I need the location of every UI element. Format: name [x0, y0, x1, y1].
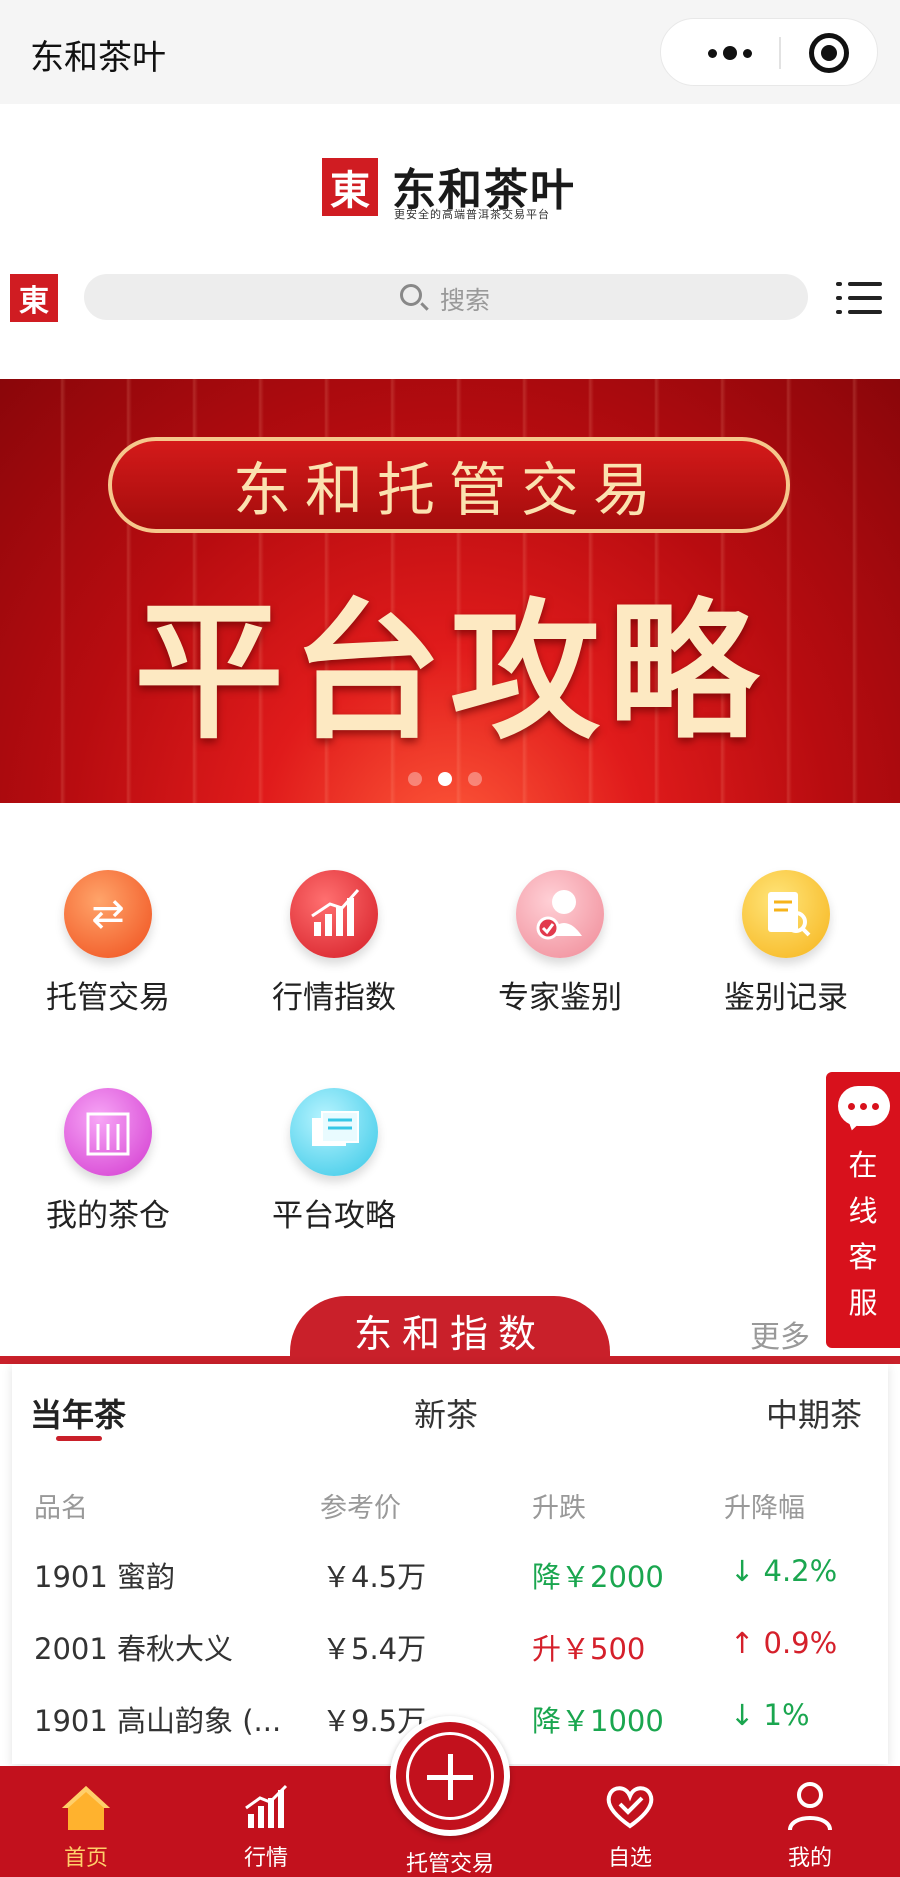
tab-watchlist[interactable]: 自选: [570, 1766, 690, 1877]
tab-label: 行情: [243, 1846, 288, 1871]
chat-bubble-icon: [838, 1086, 890, 1126]
row-tea-name: 1901 高山韵象 (...: [34, 1704, 282, 1738]
banner-headline: 平台攻略: [133, 584, 766, 760]
index-section-header: 东和指数: [290, 1296, 610, 1364]
tab-mine[interactable]: 我的: [750, 1766, 870, 1877]
brand-mini-logo: 東: [10, 274, 58, 322]
search-input[interactable]: 搜索: [84, 274, 808, 320]
func-expert-appraisal[interactable]: 专家鉴别: [475, 870, 645, 1017]
func-my-tea-warehouse[interactable]: 我的茶仓: [23, 1088, 193, 1235]
func-platform-guide[interactable]: 平台攻略: [249, 1088, 419, 1235]
mini-program-nav-bar: 东和茶叶: [0, 0, 900, 104]
banner-dot[interactable]: [468, 772, 482, 786]
capsule-menu: [660, 18, 878, 86]
column-header-price: 参考价: [320, 1493, 401, 1524]
tab-label: 首页: [63, 1846, 108, 1871]
row-change: 降￥1000: [532, 1704, 664, 1738]
banner-dot-active[interactable]: [438, 772, 452, 786]
func-custody-trade[interactable]: ⇄ 托管交易: [23, 870, 193, 1017]
heart-check-icon: [606, 1786, 654, 1829]
tab-home[interactable]: 首页: [26, 1766, 146, 1877]
row-reference-price: ￥4.5万: [322, 1560, 427, 1594]
func-appraisal-records[interactable]: 鉴别记录: [701, 870, 871, 1017]
row-tea-name: 2001 春秋大义: [34, 1632, 234, 1666]
row-percent: ↓ 1%: [730, 1698, 810, 1732]
column-header-percent: 升降幅: [724, 1493, 805, 1524]
active-tab-indicator: [56, 1436, 102, 1441]
promo-banner[interactable]: 东和托管交易 平台攻略: [0, 379, 900, 803]
row-change: 升￥500: [532, 1632, 646, 1666]
tab-mid-term-tea[interactable]: 中期茶: [766, 1390, 862, 1436]
brand-header: 東 东和茶叶 更安全的高端普洱茶交易平台: [0, 104, 900, 254]
window-title: 东和茶叶: [30, 38, 166, 78]
tab-current-year-tea[interactable]: 当年茶: [30, 1390, 126, 1436]
user-icon: [788, 1782, 832, 1831]
banner-pill: 东和托管交易: [108, 437, 790, 533]
market-chart-icon: [245, 1784, 288, 1828]
func-label: 托管交易: [46, 980, 170, 1016]
func-label: 鉴别记录: [724, 980, 848, 1016]
tab-label-custody-trade: 托管交易: [405, 1852, 494, 1877]
tab-label: 自选: [607, 1846, 652, 1871]
custody-trade-fab[interactable]: [390, 1716, 510, 1836]
plus-icon: [406, 1732, 494, 1820]
search-icon: [400, 284, 422, 306]
row-percent: ↓ 4.2%: [730, 1554, 838, 1588]
tab-label: 我的: [787, 1846, 832, 1871]
func-label: 专家鉴别: [498, 980, 622, 1016]
guide-docs-icon: [290, 1088, 378, 1176]
func-label: 我的茶仓: [46, 1198, 170, 1234]
row-tea-name: 1901 蜜韵: [34, 1560, 176, 1594]
func-label: 行情指数: [272, 980, 396, 1016]
func-label: 平台攻略: [272, 1198, 396, 1234]
home-icon: [62, 1786, 110, 1830]
row-percent: ↑ 0.9%: [730, 1626, 838, 1660]
bar-chart-icon: [290, 870, 378, 958]
banner-pagination: [408, 772, 482, 786]
index-title: 东和指数: [353, 1311, 546, 1356]
tab-market[interactable]: 行情: [206, 1766, 326, 1877]
brand-slogan: 更安全的高端普洱茶交易平台: [394, 208, 550, 221]
brand-logo-mark: 東: [322, 158, 378, 216]
func-market-index[interactable]: 行情指数: [249, 870, 419, 1017]
tab-new-tea[interactable]: 新茶: [414, 1390, 478, 1436]
exchange-icon: ⇄: [64, 870, 152, 958]
column-header-name: 品名: [34, 1493, 88, 1524]
column-header-change: 升跌: [532, 1493, 586, 1524]
more-options-icon[interactable]: [685, 19, 775, 87]
row-change: 降￥2000: [532, 1560, 664, 1594]
online-service-label: 在 线 客 服: [848, 1148, 878, 1320]
menu-list-icon[interactable]: [836, 282, 882, 316]
banner-pill-text: 东和托管交易: [232, 456, 665, 524]
capsule-divider: [779, 37, 781, 69]
index-more-link[interactable]: 更多: [750, 1312, 810, 1356]
close-miniprogram-icon[interactable]: [809, 33, 849, 73]
row-reference-price: ￥5.4万: [322, 1632, 427, 1666]
warehouse-icon: [64, 1088, 152, 1176]
banner-dot[interactable]: [408, 772, 422, 786]
expert-check-icon: [516, 870, 604, 958]
search-placeholder: 搜索: [440, 286, 491, 315]
search-row: 東 搜索: [0, 262, 900, 332]
document-search-icon: [742, 870, 830, 958]
online-service-button[interactable]: 在 线 客 服: [826, 1072, 900, 1348]
